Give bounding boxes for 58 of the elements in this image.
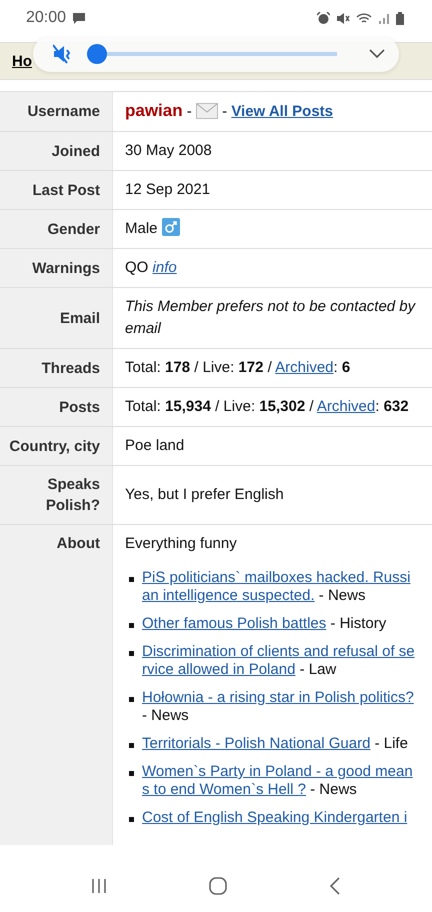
- bullet-icon: [129, 771, 134, 776]
- field-value: This Member prefers not to be contacted by email: [125, 298, 416, 337]
- field-label: About: [0, 525, 113, 845]
- field-value: 12 Sep 2021: [125, 181, 210, 198]
- message-icon: [72, 12, 86, 24]
- field-value: Poe land: [125, 437, 184, 454]
- field-value: Male: [125, 220, 159, 237]
- battery-icon: [396, 12, 404, 24]
- status-time: 20:00: [26, 9, 66, 27]
- chevron-down-icon[interactable]: [369, 49, 385, 59]
- bullet-icon: [129, 697, 134, 702]
- field-label: Warnings: [0, 249, 113, 287]
- thread-entry[interactable]: Cost of English Speaking Kindergarten i: [142, 809, 408, 827]
- thread-entry[interactable]: Other famous Polish battles - History: [142, 615, 386, 633]
- thread-entry[interactable]: Hołownia - a rising star in Polish politics? - News: [142, 689, 418, 725]
- field-value: Everything funny: [125, 535, 237, 552]
- field-label: Posts: [0, 388, 113, 426]
- field-value: : 6: [334, 359, 350, 376]
- bullet-icon: [129, 577, 134, 582]
- back-icon[interactable]: [329, 877, 341, 895]
- field-label: Threads: [0, 349, 113, 387]
- field-label: Last Post: [0, 171, 113, 209]
- field-label: Email: [0, 288, 113, 348]
- wifi-icon: [356, 12, 372, 24]
- info-link[interactable]: info: [152, 259, 177, 276]
- field-label: Username: [0, 92, 113, 131]
- bullet-icon: [129, 651, 134, 656]
- thread-entry[interactable]: Discrimination of clients and refusal of service allowed in Poland - Law: [142, 643, 418, 679]
- archived-link[interactable]: Archived: [275, 359, 334, 376]
- thread-entry[interactable]: Territorials - Polish National Guard - Life: [142, 735, 408, 753]
- home-icon[interactable]: [209, 877, 227, 895]
- bullet-icon: [129, 817, 134, 822]
- thread-entry[interactable]: Women`s Party in Poland - a good means to end Women`s Hell ? - News: [142, 763, 418, 799]
- mute-icon: [336, 12, 350, 24]
- bullet-icon: [129, 743, 134, 748]
- view-posts-link[interactable]: View All Posts: [231, 103, 334, 120]
- field-label: Country, city: [0, 427, 113, 465]
- male-sign-icon: [162, 218, 180, 236]
- field-value: -: [186, 103, 193, 120]
- username-text: pawian: [125, 101, 183, 120]
- field-value: QO: [125, 259, 150, 276]
- field-label: Joined: [0, 132, 113, 170]
- field-label: Gender: [0, 210, 113, 248]
- field-value: Yes, but I prefer English: [125, 486, 284, 503]
- home-link[interactable]: Ho: [12, 52, 32, 70]
- field-label: Speaks Polish?: [0, 466, 113, 524]
- signal-icon: [378, 12, 390, 24]
- thread-entry[interactable]: PiS politicians` mailboxes hacked. Russian intelligence suspected. - News: [142, 569, 418, 605]
- field-value: Total: 15,934 / Live: 15,302 /: [125, 398, 315, 415]
- field-value: -: [221, 103, 228, 120]
- bullet-icon: [129, 623, 134, 628]
- field-value: 30 May 2008: [125, 142, 212, 159]
- archived-link[interactable]: Archived: [316, 398, 376, 415]
- slider-thumb[interactable]: [87, 44, 107, 64]
- recent-apps-icon[interactable]: [91, 878, 107, 894]
- field-value: : 632: [375, 398, 409, 415]
- alarm-icon: [317, 12, 330, 24]
- field-value: Total: 178 / Live: 172 /: [125, 359, 273, 376]
